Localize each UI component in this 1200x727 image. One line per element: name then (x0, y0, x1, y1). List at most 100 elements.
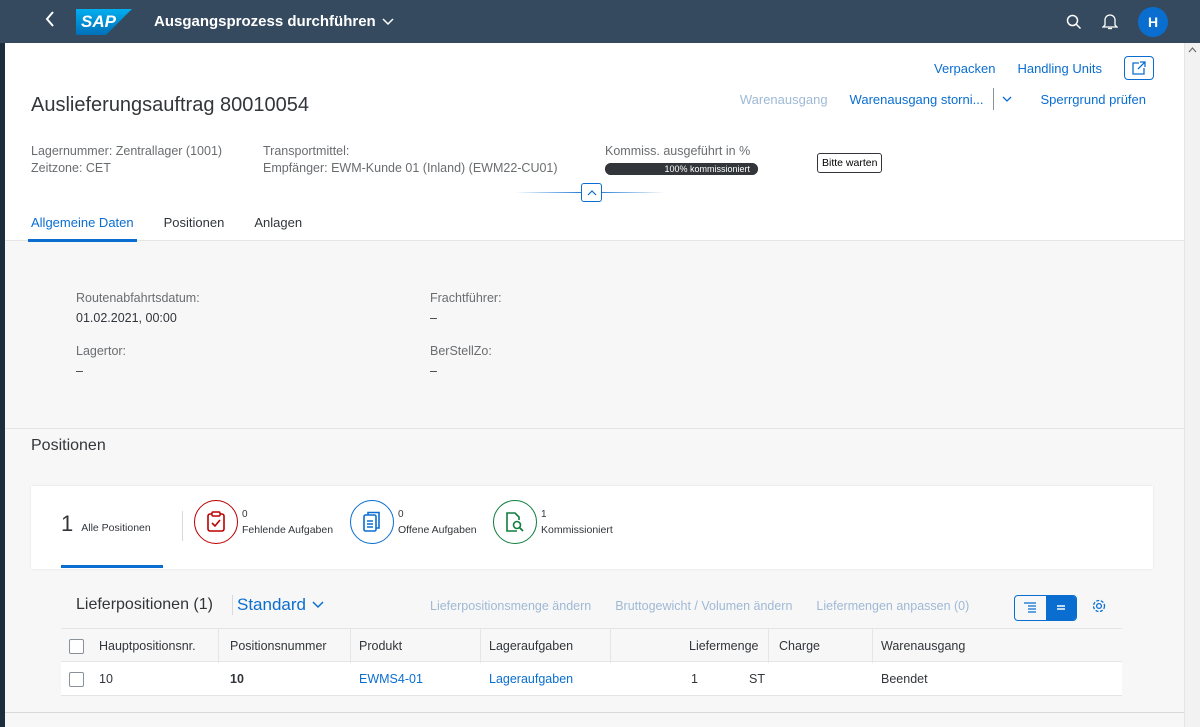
tab-attachments[interactable]: Anlagen (254, 215, 302, 241)
object-page-header: Verpacken Handling Units Auslieferungsau… (5, 43, 1184, 242)
picked-circle (493, 500, 537, 544)
chevron-down-icon (382, 17, 394, 25)
picked-count: 1 (541, 508, 547, 520)
variant-selector[interactable]: Standard (232, 595, 324, 615)
column-header-tasks[interactable]: Lageraufgaben (489, 629, 573, 663)
gate-value: – (76, 364, 83, 378)
column-header-main-pos[interactable]: Hauptpositionsnr. (99, 629, 196, 663)
pack-button[interactable]: Verpacken (934, 61, 995, 76)
user-avatar[interactable]: H (1138, 6, 1168, 37)
sap-logo[interactable]: SAP (76, 8, 132, 35)
chevron-left-icon (45, 11, 54, 27)
recipient-attribute: Empfänger: EWM-Kunde 01 (Inland) (EWM22-… (263, 161, 558, 175)
picking-label: Kommiss. ausgeführt in % (605, 144, 751, 158)
tab-all-positions[interactable]: 1 Alle Positionen (61, 511, 151, 537)
handling-units-button[interactable]: Handling Units (1017, 61, 1102, 76)
row-checkbox[interactable] (69, 672, 84, 687)
column-header-quantity[interactable]: Liefermenge (689, 629, 759, 663)
cell-main-pos: 10 (99, 672, 113, 686)
product-link[interactable]: EWMS4-01 (359, 662, 423, 696)
scroll-up-arrow[interactable] (1185, 43, 1200, 56)
documents-icon (363, 511, 380, 532)
goods-issue-button[interactable]: Warenausgang (740, 92, 828, 107)
cell-goods-issue: Beendet (881, 672, 928, 686)
share-button[interactable] (1124, 56, 1154, 80)
gear-icon (1092, 599, 1106, 613)
positions-table: Hauptpositionsnr. Positionsnummer Produk… (61, 628, 1122, 696)
positions-section-title: Positionen (31, 437, 106, 454)
wait-button[interactable]: Bitte warten (817, 153, 883, 173)
table-title: Lieferpositionen (1) (76, 596, 213, 613)
icon-tab-bar: 1 Alle Positionen 0 Fehlende Aufgaben 0 … (31, 486, 1153, 569)
gate-label: Lagertor: (76, 344, 127, 358)
all-label: Alle Positionen (81, 522, 151, 534)
table-row[interactable]: 10 10 EWMS4-01 Lageraufgaben 1 ST Beende… (61, 662, 1122, 696)
chevron-up-icon (587, 189, 596, 195)
column-header-product[interactable]: Produkt (359, 629, 402, 663)
cell-unit: ST (749, 672, 765, 686)
clipboard-check-icon (207, 511, 225, 532)
open-label: Offene Aufgaben (398, 523, 477, 536)
section-divider (5, 428, 1184, 429)
anchor-bar: Allgemeine Daten Positionen Anlagen (28, 215, 302, 242)
view-toggle (1014, 595, 1077, 621)
adjust-quantities-button[interactable]: Liefermengen anpassen (0) (816, 599, 969, 613)
search-icon[interactable] (1066, 14, 1082, 30)
chevron-up-icon (1188, 47, 1197, 53)
list-view-icon (1056, 605, 1065, 610)
table-settings-button[interactable] (1091, 598, 1107, 619)
carrier-value: – (430, 311, 437, 325)
shell-bar: SAP Ausgangsprozess durchführen H (0, 0, 1200, 43)
cell-quantity: 1 (691, 672, 698, 686)
scrollbar[interactable] (1184, 43, 1200, 727)
change-weight-button[interactable]: Bruttogewicht / Volumen ändern (615, 599, 792, 613)
progress-text: 100% kommissioniert (664, 164, 750, 174)
check-block-reason-button[interactable]: Sperrgrund prüfen (1040, 92, 1146, 107)
chevron-down-icon (312, 601, 324, 609)
cell-pos-num: 10 (230, 672, 244, 686)
cancel-goods-issue-button[interactable]: Warenausgang storni... (850, 92, 984, 107)
staging-label: BerStellZo: (430, 344, 492, 358)
staging-value: – (430, 364, 437, 378)
back-button[interactable] (38, 10, 62, 33)
picked-label: Kommissioniert (541, 523, 613, 536)
tree-view-button[interactable] (1015, 596, 1046, 620)
missing-label: Fehlende Aufgaben (242, 523, 334, 536)
sap-logo-text: SAP (81, 11, 116, 31)
tab-separator (182, 511, 183, 541)
route-departure-value: 01.02.2021, 00:00 (76, 311, 177, 325)
tree-view-icon (1024, 602, 1037, 613)
tab-open-tasks[interactable]: 0 Offene Aufgaben (350, 500, 477, 544)
transport-attribute: Transportmittel: (263, 144, 350, 158)
tab-positions[interactable]: Positionen (164, 215, 225, 241)
select-all-checkbox[interactable] (69, 639, 84, 654)
flat-view-button[interactable] (1045, 596, 1076, 620)
missing-count: 0 (242, 508, 248, 520)
column-header-batch[interactable]: Charge (779, 629, 820, 663)
tab-missing-tasks[interactable]: 0 Fehlende Aufgaben (194, 500, 333, 544)
bottom-divider (5, 712, 1184, 713)
app-title: Ausgangsprozess durchführen (154, 13, 376, 30)
tab-general-data[interactable]: Allgemeine Daten (28, 215, 137, 242)
column-header-goods-issue[interactable]: Warenausgang (881, 629, 965, 663)
table-header-row: Hauptpositionsnr. Positionsnummer Produk… (61, 628, 1122, 663)
collapse-header-button[interactable] (581, 183, 602, 202)
change-quantity-button[interactable]: Lieferpositionsmenge ändern (430, 599, 591, 613)
share-icon (1132, 61, 1146, 75)
open-tasks-circle (350, 500, 394, 544)
split-separator (993, 88, 995, 110)
open-count: 0 (398, 508, 404, 520)
all-count: 1 (61, 511, 74, 536)
tab-picked[interactable]: 1 Kommissioniert (493, 500, 613, 544)
missing-tasks-circle (194, 500, 238, 544)
attribute-column-1: Lagernummer: Zentrallager (1001) Zeitzon… (31, 143, 222, 177)
picking-progress-bar: 100% kommissioniert (605, 163, 758, 175)
chevron-down-icon[interactable] (1002, 96, 1012, 103)
variant-name: Standard (237, 595, 306, 614)
attribute-column-2: Transportmittel: Empfänger: EWM-Kunde 01… (263, 143, 558, 177)
page-title: Auslieferungsauftrag 80010054 (31, 94, 309, 116)
column-header-pos-num[interactable]: Positionsnummer (230, 629, 327, 663)
app-title-menu[interactable]: Ausgangsprozess durchführen (154, 13, 394, 30)
bell-icon[interactable] (1102, 13, 1118, 30)
tasks-link[interactable]: Lageraufgaben (489, 662, 573, 696)
